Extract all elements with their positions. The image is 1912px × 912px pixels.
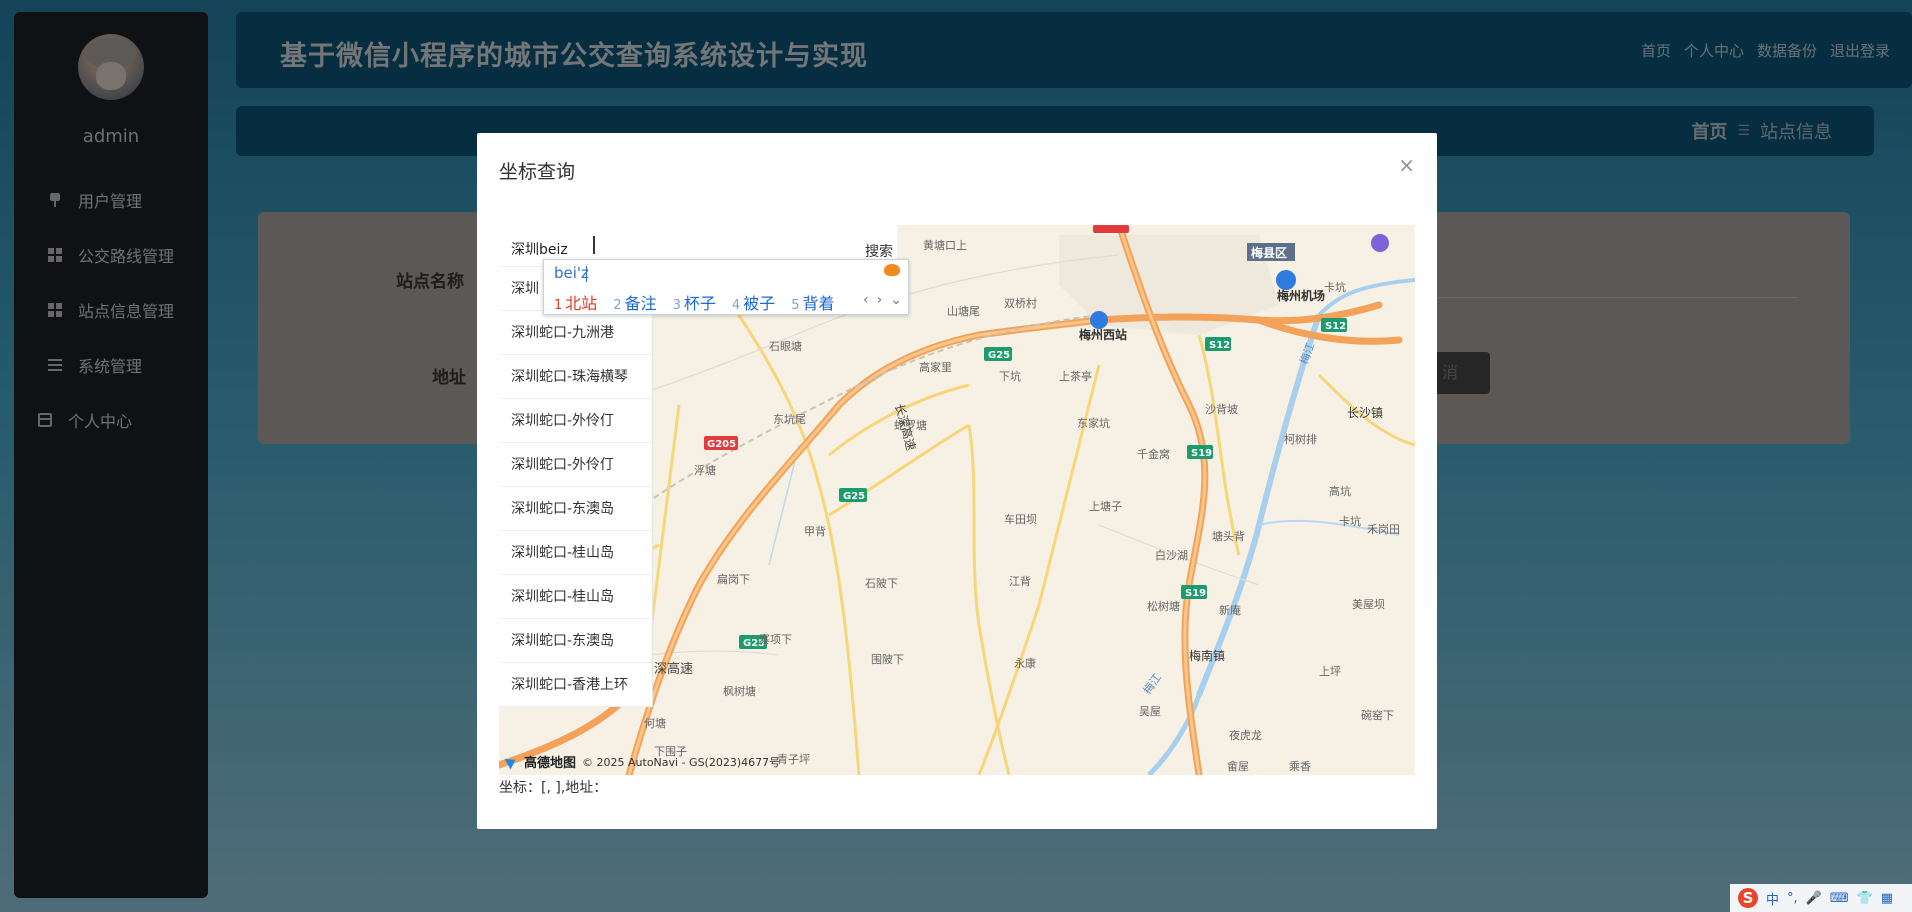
svg-text:梅县区: 梅县区 xyxy=(1251,245,1287,260)
map[interactable]: G25 G25 G25 G205 S12 S12 S19 S19 黄塘口上 双桥… xyxy=(499,225,1415,775)
microphone-icon[interactable]: 🎤 xyxy=(1806,891,1822,906)
ime-mode-toggle[interactable]: 中 xyxy=(1766,889,1779,908)
svg-text:夜虎龙: 夜虎龙 xyxy=(1229,728,1262,742)
skin-icon[interactable]: 👕 xyxy=(1857,891,1873,906)
svg-text:梅州西站: 梅州西站 xyxy=(1079,327,1127,342)
search-results-list: 深圳 深圳蛇口-九洲港 深圳蛇口-珠海横琴 深圳蛇口-外伶仃 深圳蛇口-外伶仃 … xyxy=(499,267,653,707)
svg-text:G25: G25 xyxy=(843,491,865,502)
svg-text:乘香: 乘香 xyxy=(1289,760,1311,773)
svg-text:寨项下: 寨项下 xyxy=(759,632,792,646)
svg-text:吴屋: 吴屋 xyxy=(1139,705,1161,718)
punctuation-icon[interactable]: °, xyxy=(1787,891,1798,906)
svg-text:柯树排: 柯树排 xyxy=(1284,432,1317,446)
map-copyright: © 2025 AutoNavi - GS(2023)4677号 xyxy=(582,755,781,769)
svg-text:高坑: 高坑 xyxy=(1329,484,1351,498)
svg-text:上茶亭: 上茶亭 xyxy=(1059,369,1092,383)
chevron-left-icon[interactable]: ‹ xyxy=(863,292,869,308)
close-icon[interactable]: × xyxy=(1398,153,1415,177)
ime-logo-icon xyxy=(884,264,900,276)
svg-text:沙背坡: 沙背坡 xyxy=(1205,402,1238,416)
amap-logo: 高德地图 xyxy=(524,756,577,771)
text-cursor-icon xyxy=(593,236,595,254)
svg-text:车田坝: 车田坝 xyxy=(1004,512,1037,526)
svg-text:G205: G205 xyxy=(707,439,736,450)
ime-candidate[interactable]: 4 被子 xyxy=(732,290,775,314)
sogou-icon[interactable]: S xyxy=(1738,888,1758,908)
list-item[interactable]: 深圳蛇口-外伶仃 xyxy=(499,443,652,487)
ime-candidate[interactable]: 1 北站 xyxy=(554,290,597,314)
list-item[interactable]: 深圳蛇口-珠海横琴 xyxy=(499,355,652,399)
list-item[interactable]: 深圳蛇口-九洲港 xyxy=(499,311,652,355)
svg-text:石陂下: 石陂下 xyxy=(865,576,898,590)
svg-text:新庵: 新庵 xyxy=(1219,603,1241,617)
ime-tray: S 中 °, 🎤 ⌨ 👕 ▦ xyxy=(1730,884,1912,912)
coordinate-result: 坐标：[, ],地址： xyxy=(499,780,608,796)
svg-text:松树塘: 松树塘 xyxy=(1147,599,1180,613)
list-item[interactable]: 深圳蛇口-香港上环 xyxy=(499,663,652,707)
chevron-right-icon[interactable]: › xyxy=(877,292,883,308)
svg-text:高家里: 高家里 xyxy=(919,360,952,374)
svg-text:畲屋: 畲屋 xyxy=(1227,759,1249,773)
svg-text:深高速: 深高速 xyxy=(654,661,693,677)
svg-text:梅南镇: 梅南镇 xyxy=(1189,648,1225,663)
svg-text:甲背: 甲背 xyxy=(804,524,826,538)
svg-text:东坑尾: 东坑尾 xyxy=(773,412,806,426)
svg-text:G25: G25 xyxy=(988,350,1010,361)
svg-text:白沙湖: 白沙湖 xyxy=(1155,548,1188,562)
ime-candidate[interactable]: 3 杯子 xyxy=(673,290,716,314)
map-search-button[interactable]: 搜索 xyxy=(865,241,893,261)
svg-text:双桥村: 双桥村 xyxy=(1004,296,1037,310)
map-search-input[interactable]: 深圳beiz xyxy=(511,239,568,259)
keyboard-icon[interactable]: ⌨ xyxy=(1830,891,1849,906)
svg-text:禾岗田: 禾岗田 xyxy=(1367,523,1400,536)
list-item[interactable]: 深圳蛇口-桂山岛 xyxy=(499,575,652,619)
svg-text:围陂下: 围陂下 xyxy=(871,652,904,666)
svg-text:千金窝: 千金窝 xyxy=(1137,447,1170,461)
svg-text:永康: 永康 xyxy=(1014,656,1036,670)
ime-caret xyxy=(586,266,587,282)
svg-text:梅州机场: 梅州机场 xyxy=(1277,288,1325,303)
svg-text:东家坑: 东家坑 xyxy=(1077,416,1110,430)
list-item[interactable]: 深圳蛇口-东澳岛 xyxy=(499,487,652,531)
map-attribution: 高德地图 © 2025 AutoNavi - GS(2023)4677号 xyxy=(504,752,781,771)
svg-text:S12: S12 xyxy=(1325,321,1346,332)
dialog-title: 坐标查询 xyxy=(499,161,576,183)
svg-text:上坪: 上坪 xyxy=(1319,665,1341,678)
svg-text:下坑: 下坑 xyxy=(999,369,1021,383)
svg-text:S19: S19 xyxy=(1191,448,1212,459)
ime-nav: ‹ › ⌄ xyxy=(863,292,902,308)
svg-text:浮塘: 浮塘 xyxy=(694,463,716,477)
svg-text:碗窑下: 碗窑下 xyxy=(1361,708,1394,722)
coordinate-query-dialog: 坐标查询 × G25 G25 G25 G205 S12 S12 S19 S19 … xyxy=(477,133,1437,829)
ime-candidates: 1 北站 2 备注 3 杯子 4 被子 5 背着 xyxy=(554,290,834,314)
svg-text:扁岗下: 扁岗下 xyxy=(717,573,750,586)
svg-text:长沙镇: 长沙镇 xyxy=(1347,406,1383,420)
svg-text:江背: 江背 xyxy=(1009,574,1031,588)
svg-text:何塘: 何塘 xyxy=(644,716,666,730)
svg-text:枫树塘: 枫树塘 xyxy=(723,684,756,698)
ime-candidate[interactable]: 5 背着 xyxy=(791,290,834,314)
amap-logo-icon xyxy=(504,754,519,769)
ime-composition: bei'z xyxy=(554,264,589,282)
list-item[interactable]: 深圳蛇口-桂山岛 xyxy=(499,531,652,575)
svg-text:黄塘口上: 黄塘口上 xyxy=(923,238,967,252)
svg-text:美屋坝: 美屋坝 xyxy=(1352,597,1385,611)
ime-candidate-window: bei'z 1 北站 2 备注 3 杯子 4 被子 5 背着 ‹ › ⌄ xyxy=(543,259,909,315)
svg-text:上塘子: 上塘子 xyxy=(1089,499,1122,513)
toolbox-icon[interactable]: ▦ xyxy=(1881,891,1893,906)
svg-text:S19: S19 xyxy=(1185,588,1206,599)
list-item[interactable]: 深圳蛇口-外伶仃 xyxy=(499,399,652,443)
svg-text:卡坑: 卡坑 xyxy=(1339,514,1361,528)
list-item[interactable]: 深圳蛇口-东澳岛 xyxy=(499,619,652,663)
svg-text:塘头背: 塘头背 xyxy=(1212,529,1245,543)
ime-candidate[interactable]: 2 备注 xyxy=(613,290,656,314)
svg-text:青子坪: 青子坪 xyxy=(777,753,810,766)
svg-text:山塘尾: 山塘尾 xyxy=(947,304,980,318)
svg-text:S12: S12 xyxy=(1209,340,1230,351)
svg-text:卡坑: 卡坑 xyxy=(1324,280,1346,294)
chevron-down-icon[interactable]: ⌄ xyxy=(890,292,902,308)
svg-text:石眼塘: 石眼塘 xyxy=(769,339,802,353)
